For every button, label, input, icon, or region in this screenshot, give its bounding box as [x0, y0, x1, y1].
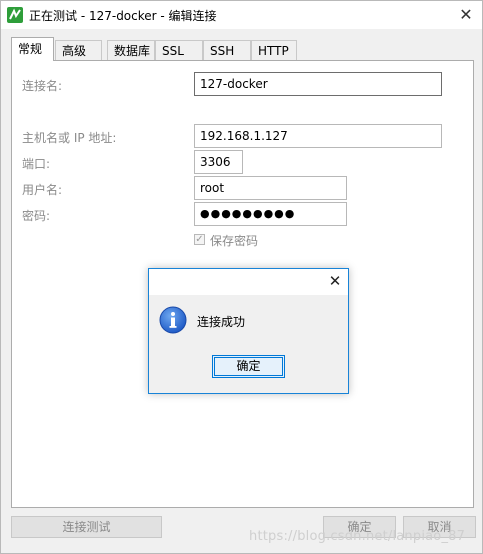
tab-ssh[interactable]: SSH	[203, 40, 251, 60]
title-bar: 正在测试 - 127-docker - 编辑连接 ✕	[1, 1, 482, 29]
tab-databases[interactable]: 数据库	[107, 40, 155, 60]
navicat-app-icon	[7, 7, 23, 23]
connection-name-input[interactable]: 127-docker	[194, 72, 442, 96]
port-label: 端口:	[22, 157, 51, 171]
port-input[interactable]: 3306	[194, 150, 243, 174]
watermark: https://blog.csdn.net/lanpiao_87	[249, 529, 466, 544]
username-label: 用户名:	[22, 183, 63, 197]
connection-success-dialog: ✕ 连接成功 确定	[148, 268, 349, 394]
dialog-message: 连接成功	[197, 315, 246, 329]
connection-name-label: 连接名:	[22, 79, 63, 93]
tab-ssl[interactable]: SSL	[155, 40, 203, 60]
save-password-checkbox[interactable]: ✓	[194, 234, 205, 245]
dialog-close-icon[interactable]: ✕	[326, 272, 344, 290]
dialog-body: 连接成功 确定	[149, 295, 348, 393]
tab-general[interactable]: 常规	[11, 37, 54, 61]
dialog-title-bar: ✕	[149, 269, 348, 295]
test-connection-button[interactable]: 连接测试	[11, 516, 162, 538]
edit-connection-window: 正在测试 - 127-docker - 编辑连接 ✕ 常规 高级 数据库 SSL…	[0, 0, 483, 554]
password-input[interactable]: ●●●●●●●●●	[194, 202, 347, 226]
host-input[interactable]: 192.168.1.127	[194, 124, 442, 148]
host-label: 主机名或 IP 地址:	[22, 131, 117, 145]
tab-advanced[interactable]: 高级	[55, 40, 102, 60]
username-input[interactable]: root	[194, 176, 347, 200]
dialog-ok-button[interactable]: 确定	[212, 355, 285, 378]
close-icon[interactable]: ✕	[456, 5, 476, 25]
password-label: 密码:	[22, 209, 51, 223]
info-icon	[159, 306, 187, 334]
save-password-label: 保存密码	[210, 234, 259, 248]
tab-http[interactable]: HTTP	[251, 40, 297, 60]
window-title: 正在测试 - 127-docker - 编辑连接	[29, 9, 217, 23]
